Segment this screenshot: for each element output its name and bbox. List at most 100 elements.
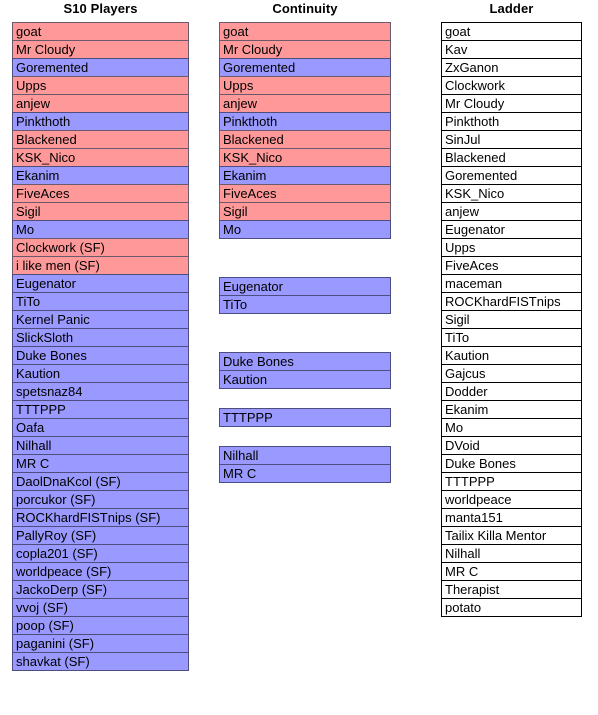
roster-cell[interactable]: spetsnaz84: [12, 382, 189, 401]
roster-cell[interactable]: Mr Cloudy: [12, 40, 189, 59]
roster-cell[interactable]: goat: [441, 22, 582, 41]
roster-cell[interactable]: potato: [441, 598, 582, 617]
roster-cell[interactable]: Mr Cloudy: [219, 40, 391, 59]
roster-cell[interactable]: copla201 (SF): [12, 544, 189, 563]
roster-cell[interactable]: TTTPPP: [441, 472, 582, 491]
roster-cell[interactable]: MR C: [441, 562, 582, 581]
roster-cell[interactable]: ROCKhardFISTnips (SF): [12, 508, 189, 527]
roster-cell[interactable]: Goremented: [219, 58, 391, 77]
roster-cell[interactable]: Sigil: [441, 310, 582, 329]
roster-cell[interactable]: maceman: [441, 274, 582, 293]
roster-cell[interactable]: DaolDnaKcol (SF): [12, 472, 189, 491]
roster-cell[interactable]: Oafa: [12, 418, 189, 437]
roster-cell[interactable]: Eugenator: [219, 277, 391, 296]
roster-gap: [219, 258, 391, 277]
column-continuity: Continuity goat Mr Cloudy Goremented Upps an…: [219, 0, 391, 483]
roster-cell[interactable]: worldpeace (SF): [12, 562, 189, 581]
roster-cell[interactable]: KSK_Nico: [12, 148, 189, 167]
roster-cell[interactable]: Nilhall: [219, 446, 391, 465]
roster-cell[interactable]: Kaution: [219, 370, 391, 389]
roster-cell[interactable]: FiveAces: [12, 184, 189, 203]
roster-cell[interactable]: Pinkthoth: [219, 112, 391, 131]
roster-cell[interactable]: Eugenator: [441, 220, 582, 239]
roster-cell[interactable]: TiTo: [441, 328, 582, 347]
roster-cell[interactable]: Therapist: [441, 580, 582, 599]
roster-cell[interactable]: Mo: [12, 220, 189, 239]
roster-cell[interactable]: Pinkthoth: [12, 112, 189, 131]
roster-cell[interactable]: TiTo: [219, 295, 391, 314]
roster-cell[interactable]: TiTo: [12, 292, 189, 311]
roster-cell[interactable]: Dodder: [441, 382, 582, 401]
roster-cell[interactable]: Ekanim: [219, 166, 391, 185]
roster-cell[interactable]: Goremented: [441, 166, 582, 185]
roster-cell[interactable]: MR C: [219, 464, 391, 483]
roster-cell[interactable]: KSK_Nico: [219, 148, 391, 167]
roster-cell[interactable]: goat: [219, 22, 391, 41]
roster-cell[interactable]: Kernel Panic: [12, 310, 189, 329]
roster-cell[interactable]: Clockwork (SF): [12, 238, 189, 257]
roster-cell[interactable]: Ekanim: [441, 400, 582, 419]
roster-cell[interactable]: Duke Bones: [219, 352, 391, 371]
roster-cell[interactable]: JackoDerp (SF): [12, 580, 189, 599]
roster-cell[interactable]: TTTPPP: [219, 408, 391, 427]
roster-cell[interactable]: Upps: [219, 76, 391, 95]
roster-cell[interactable]: Nilhall: [12, 436, 189, 455]
roster-cell[interactable]: anjew: [219, 94, 391, 113]
roster-list-ladder: goat Kav ZxGanon Clockwork Mr Cloudy Pinkthot…: [441, 22, 582, 617]
roster-cell[interactable]: Duke Bones: [441, 454, 582, 473]
roster-cell[interactable]: Nilhall: [441, 544, 582, 563]
roster-cell[interactable]: SinJul: [441, 130, 582, 149]
roster-cell[interactable]: anjew: [441, 202, 582, 221]
roster-cell[interactable]: shavkat (SF): [12, 652, 189, 671]
column-title-ladder: Ladder: [489, 1, 534, 16]
roster-cell[interactable]: Upps: [441, 238, 582, 257]
roster-cell[interactable]: Sigil: [219, 202, 391, 221]
roster-cell[interactable]: FiveAces: [219, 184, 391, 203]
column-s10-players: S10 Players goat Mr Cloudy Goremented Upps a…: [12, 0, 189, 671]
roster-cell[interactable]: Blackened: [12, 130, 189, 149]
roster-cell[interactable]: Eugenator: [12, 274, 189, 293]
roster-cell[interactable]: i like men (SF): [12, 256, 189, 275]
roster-cell[interactable]: ROCKhardFISTnips: [441, 292, 582, 311]
roster-cell[interactable]: PallyRoy (SF): [12, 526, 189, 545]
roster-cell[interactable]: Goremented: [12, 58, 189, 77]
roster-cell[interactable]: Clockwork: [441, 76, 582, 95]
roster-cell[interactable]: paganini (SF): [12, 634, 189, 653]
roster-cell[interactable]: vvoj (SF): [12, 598, 189, 617]
roster-cell[interactable]: Upps: [12, 76, 189, 95]
roster-cell[interactable]: Duke Bones: [12, 346, 189, 365]
roster-cell[interactable]: Blackened: [441, 148, 582, 167]
roster-cell[interactable]: KSK_Nico: [441, 184, 582, 203]
roster-cell[interactable]: Blackened: [219, 130, 391, 149]
roster-list-s10-players: goat Mr Cloudy Goremented Upps anjew Pinkthot…: [12, 22, 189, 671]
roster-cell[interactable]: Sigil: [12, 202, 189, 221]
roster-cell[interactable]: Gajcus: [441, 364, 582, 383]
roster-cell[interactable]: Kav: [441, 40, 582, 59]
roster-cell[interactable]: Mr Cloudy: [441, 94, 582, 113]
roster-cell[interactable]: TTTPPP: [12, 400, 189, 419]
roster-cell[interactable]: goat: [12, 22, 189, 41]
roster-gap: [219, 314, 391, 333]
roster-cell[interactable]: ZxGanon: [441, 58, 582, 77]
roster-gap: [219, 427, 391, 446]
roster-cell[interactable]: Kaution: [12, 364, 189, 383]
roster-cell[interactable]: FiveAces: [441, 256, 582, 275]
roster-cell[interactable]: DVoid: [441, 436, 582, 455]
column-title-continuity: Continuity: [272, 1, 338, 16]
roster-cell[interactable]: porcukor (SF): [12, 490, 189, 509]
roster-cell[interactable]: worldpeace: [441, 490, 582, 509]
column-title-s10-players: S10 Players: [63, 1, 138, 16]
roster-cell[interactable]: poop (SF): [12, 616, 189, 635]
roster-cell[interactable]: Pinkthoth: [441, 112, 582, 131]
roster-cell[interactable]: Tailix Killa Mentor: [441, 526, 582, 545]
roster-list-continuity: goat Mr Cloudy Goremented Upps anjew Pinkthot…: [219, 22, 391, 483]
roster-cell[interactable]: Mo: [441, 418, 582, 437]
roster-cell[interactable]: Ekanim: [12, 166, 189, 185]
roster-cell[interactable]: SlickSloth: [12, 328, 189, 347]
roster-cell[interactable]: anjew: [12, 94, 189, 113]
roster-cell[interactable]: Mo: [219, 220, 391, 239]
roster-gap: [219, 389, 391, 408]
roster-cell[interactable]: manta151: [441, 508, 582, 527]
roster-cell[interactable]: Kaution: [441, 346, 582, 365]
roster-cell[interactable]: MR C: [12, 454, 189, 473]
